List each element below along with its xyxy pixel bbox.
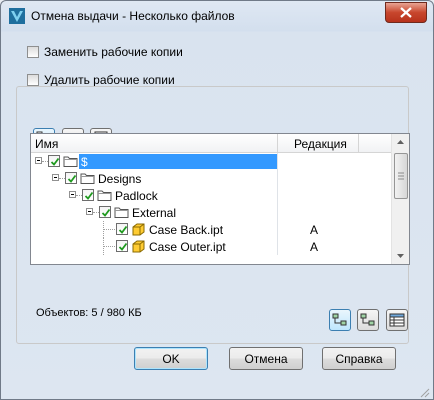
selection-highlight (79, 154, 277, 169)
row-checkbox[interactable] (65, 172, 77, 184)
header-separator (358, 134, 359, 152)
window-title: Отмена выдачи - Несколько файлов (31, 9, 235, 23)
row-revision: A (309, 223, 318, 237)
close-button[interactable] (385, 2, 427, 23)
cancel-button[interactable]: Отмена (229, 347, 303, 370)
folder-icon (97, 188, 112, 205)
collapse-toggle-icon[interactable] (35, 157, 42, 164)
grid-header: Имя Редакция (31, 134, 391, 153)
column-separator (277, 170, 278, 187)
help-button[interactable]: Справка (322, 347, 396, 370)
files-tree-grid[interactable]: Имя Редакция $ Designs Padlock External Case… (30, 133, 410, 265)
row-name: Case Back.ipt (149, 223, 224, 237)
tree-expand-icon (332, 313, 347, 326)
checkmark-icon (118, 242, 128, 251)
grip-icon (398, 172, 404, 180)
checkmark-icon (84, 191, 94, 200)
close-icon (400, 7, 412, 18)
tree-row[interactable]: Case Outer.ipt A (31, 238, 391, 255)
part-icon (131, 239, 146, 256)
column-separator (277, 204, 278, 221)
expand-tree-button[interactable] (329, 309, 351, 331)
row-name: Designs (98, 172, 142, 186)
column-header-name[interactable]: Имя (35, 137, 58, 151)
checkmark-icon (118, 225, 128, 234)
collapse-toggle-icon[interactable] (52, 174, 59, 181)
title-bar[interactable]: Отмена выдачи - Несколько файлов (1, 1, 433, 31)
collapse-tree-button[interactable] (357, 309, 379, 331)
row-name: $ (81, 155, 88, 169)
tree-connector (103, 221, 105, 238)
tree-row[interactable]: Designs (31, 170, 391, 187)
ok-button[interactable]: OK (134, 347, 208, 370)
tree-row[interactable]: External (31, 204, 391, 221)
table-icon (389, 313, 405, 327)
row-name: Padlock (115, 189, 158, 203)
vertical-scrollbar[interactable] (391, 134, 409, 264)
row-checkbox[interactable] (48, 155, 60, 167)
tree-collapse-icon (360, 313, 375, 326)
folder-icon (63, 154, 78, 171)
delete-working-copies-label: Удалить рабочие копии (44, 73, 175, 87)
checkmark-icon (50, 157, 60, 166)
checkmark-icon (101, 208, 111, 217)
row-revision: A (309, 240, 318, 254)
folder-icon (114, 205, 129, 222)
objects-status: Объектов: 5 / 980 КБ (36, 307, 142, 319)
header-separator (277, 134, 278, 152)
scroll-up-arrow-icon[interactable] (392, 134, 409, 151)
replace-working-copies-checkbox[interactable] (27, 46, 39, 58)
scroll-down-arrow-icon[interactable] (392, 247, 409, 264)
tree-connector (103, 238, 105, 255)
tree-row[interactable]: Padlock (31, 187, 391, 204)
row-checkbox[interactable] (116, 240, 128, 252)
tree-row[interactable]: Case Back.ipt A (31, 221, 391, 238)
folder-icon (80, 171, 95, 188)
row-name: Case Outer.ipt (149, 240, 226, 254)
column-header-revision[interactable]: Редакция (294, 137, 347, 151)
tree-row[interactable]: $ (31, 153, 391, 170)
collapse-toggle-icon[interactable] (86, 208, 93, 215)
scroll-thumb[interactable] (394, 153, 408, 199)
resize-grip-icon[interactable] (418, 386, 430, 398)
column-separator (277, 153, 278, 170)
vault-app-icon (9, 8, 25, 24)
row-checkbox[interactable] (116, 223, 128, 235)
row-checkbox[interactable] (99, 206, 111, 218)
column-separator (277, 221, 278, 238)
checkmark-icon (67, 174, 77, 183)
collapse-toggle-icon[interactable] (69, 191, 76, 198)
row-name: External (132, 206, 177, 220)
column-separator (277, 238, 278, 255)
part-icon (131, 222, 146, 239)
delete-working-copies-checkbox[interactable] (27, 74, 39, 86)
replace-working-copies-label: Заменить рабочие копии (44, 45, 183, 59)
grid-options-button[interactable] (386, 309, 408, 331)
row-checkbox[interactable] (82, 189, 94, 201)
column-separator (277, 187, 278, 204)
